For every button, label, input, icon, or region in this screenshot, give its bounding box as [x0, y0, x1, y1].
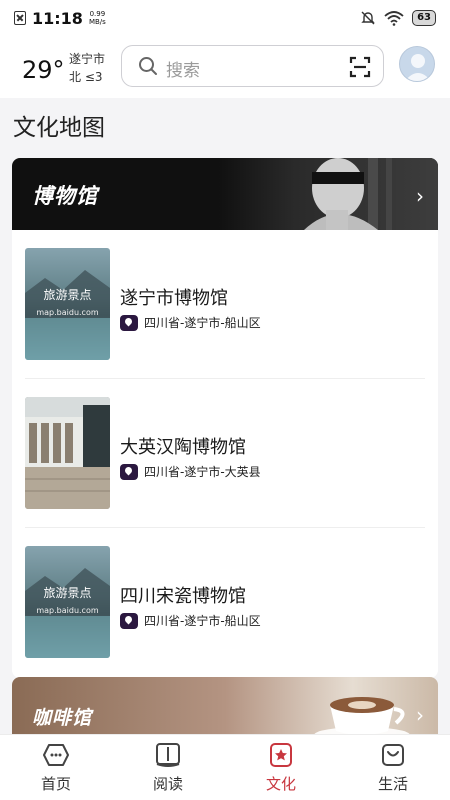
net-speed-value: 0.99: [89, 10, 106, 18]
museum-name: 遂宁市博物馆: [120, 288, 228, 309]
chevron-right-icon: ›: [416, 184, 424, 208]
weather-temperature: 29°: [22, 56, 65, 84]
thumbnail-caption: 旅游景点: [43, 288, 92, 302]
museum-banner[interactable]: 博物馆 ›: [12, 158, 438, 230]
mountain-image: [25, 270, 110, 360]
thumbnail-source: map.baidu.com: [36, 308, 99, 317]
status-right: 63: [360, 10, 436, 26]
status-left: 11:18 0.99 MB/s: [14, 9, 106, 28]
tab-label: 文化: [265, 775, 296, 793]
mountain-image: [25, 568, 110, 658]
bottom-tab-bar: 首页 阅读 文化 生活: [0, 734, 450, 800]
home-icon: [43, 744, 69, 766]
museum-banner-label: 博物馆: [32, 184, 98, 208]
location-row: 四川省-遂宁市-船山区: [120, 314, 261, 331]
status-time: 11:18: [32, 8, 83, 28]
coffee-cup-image: [314, 697, 410, 737]
museum-address: 四川省-遂宁市-大英县: [144, 465, 261, 479]
statue-image: [218, 158, 438, 230]
thumbnail-image: 旅游景点 map.baidu.com: [25, 546, 110, 658]
cafe-banner-label: 咖啡馆: [32, 707, 93, 729]
divider: [25, 527, 425, 528]
status-bar: 11:18 0.99 MB/s 63: [0, 0, 450, 36]
list-item[interactable]: 旅游景点 map.baidu.com 遂宁市博物馆 四川省-遂宁市-船山区: [25, 248, 425, 360]
tab-culture[interactable]: 文化: [225, 735, 337, 800]
wifi-icon: [384, 11, 404, 26]
location-row: 四川省-遂宁市-船山区: [120, 612, 261, 629]
museum-section-card: 博物馆 › 旅游景点 map.baidu.com 遂宁市博物馆 四川省-遂宁市-…: [12, 158, 438, 678]
thumbnail-caption: 旅游景点: [43, 586, 92, 600]
location-pin-icon: [120, 612, 138, 629]
list-item[interactable]: 旅游景点 map.baidu.com 四川宋瓷博物馆 四川省-遂宁市-船山区: [25, 546, 425, 658]
culture-icon: [270, 743, 292, 767]
location-pin-icon: [120, 314, 138, 331]
network-speed: 0.99 MB/s: [89, 10, 106, 26]
museum-name: 四川宋瓷博物馆: [120, 586, 246, 607]
search-placeholder: 搜索: [166, 61, 200, 81]
tab-label: 阅读: [152, 775, 183, 793]
chevron-right-icon: ›: [416, 703, 424, 727]
battery-indicator: 63: [412, 10, 436, 26]
list-item[interactable]: 大英汉陶博物馆 四川省-遂宁市-大英县: [25, 397, 425, 509]
building-image: [25, 397, 110, 509]
net-speed-unit: MB/s: [88, 18, 106, 26]
thumbnail-image: [25, 397, 110, 509]
search-input[interactable]: 搜索: [121, 45, 384, 87]
location-pin-icon: [120, 463, 138, 480]
museum-address: 四川省-遂宁市-船山区: [144, 316, 261, 330]
top-header: 29° 遂宁市 北 ≤3 搜索: [0, 36, 450, 98]
weather-city: 遂宁市: [69, 52, 106, 66]
user-icon: [405, 54, 431, 81]
cafe-banner[interactable]: 咖啡馆 ›: [12, 677, 438, 737]
avatar[interactable]: [399, 46, 435, 82]
thumbnail-source: map.baidu.com: [36, 606, 99, 615]
search-icon: [139, 57, 157, 75]
divider: [25, 378, 425, 379]
museum-address: 四川省-遂宁市-船山区: [144, 614, 261, 628]
book-icon: [156, 743, 180, 767]
tab-label: 首页: [40, 775, 71, 793]
thumbnail-image: 旅游景点 map.baidu.com: [25, 248, 110, 360]
scan-icon[interactable]: [349, 56, 371, 78]
tab-home[interactable]: 首页: [0, 735, 112, 800]
bag-icon: [382, 744, 404, 766]
museum-name: 大英汉陶博物馆: [120, 437, 246, 458]
location-row: 四川省-遂宁市-大英县: [120, 463, 261, 480]
tab-label: 生活: [377, 775, 408, 793]
mute-bell-icon: [361, 11, 375, 25]
tab-life[interactable]: 生活: [337, 735, 449, 800]
no-sim-icon: [14, 11, 26, 25]
weather-wind: 北 ≤3: [69, 70, 103, 84]
page-title: 文化地图: [13, 115, 105, 141]
tab-reading[interactable]: 阅读: [112, 735, 224, 800]
